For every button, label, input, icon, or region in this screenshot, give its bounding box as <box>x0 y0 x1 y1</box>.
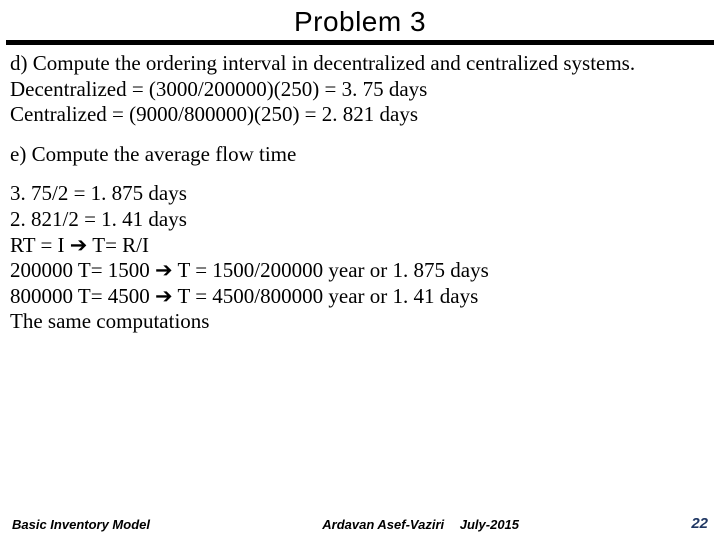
section-d-prompt: d) Compute the ordering interval in dece… <box>10 51 710 77</box>
page-number: 22 <box>691 515 708 532</box>
slide-footer: Basic Inventory Model Ardavan Asef-Vazir… <box>0 515 720 532</box>
section-e-line6: The same computations <box>10 309 710 335</box>
footer-center: Ardavan Asef-Vaziri July-2015 <box>150 517 691 532</box>
footer-author: Ardavan Asef-Vaziri <box>322 517 444 532</box>
slide-content: d) Compute the ordering interval in dece… <box>0 45 720 335</box>
section-e-line3: RT = I ➔ T= R/I <box>10 233 710 259</box>
section-e-prompt-block: e) Compute the average flow time <box>10 142 710 168</box>
section-e-line2: 2. 821/2 = 1. 41 days <box>10 207 710 233</box>
footer-date: July-2015 <box>460 517 519 532</box>
section-d: d) Compute the ordering interval in dece… <box>10 51 710 128</box>
section-e-line1: 3. 75/2 = 1. 875 days <box>10 181 710 207</box>
section-d-line2: Centralized = (9000/800000)(250) = 2. 82… <box>10 102 710 128</box>
page-title: Problem 3 <box>0 6 720 38</box>
section-e-prompt: e) Compute the average flow time <box>10 142 710 168</box>
footer-left: Basic Inventory Model <box>12 517 150 532</box>
section-e-line4: 200000 T= 1500 ➔ T = 1500/200000 year or… <box>10 258 710 284</box>
title-bar: Problem 3 <box>0 0 720 40</box>
section-e-line5: 800000 T= 4500 ➔ T = 4500/800000 year or… <box>10 284 710 310</box>
section-d-line1: Decentralized = (3000/200000)(250) = 3. … <box>10 77 710 103</box>
section-e-body: 3. 75/2 = 1. 875 days 2. 821/2 = 1. 41 d… <box>10 181 710 335</box>
